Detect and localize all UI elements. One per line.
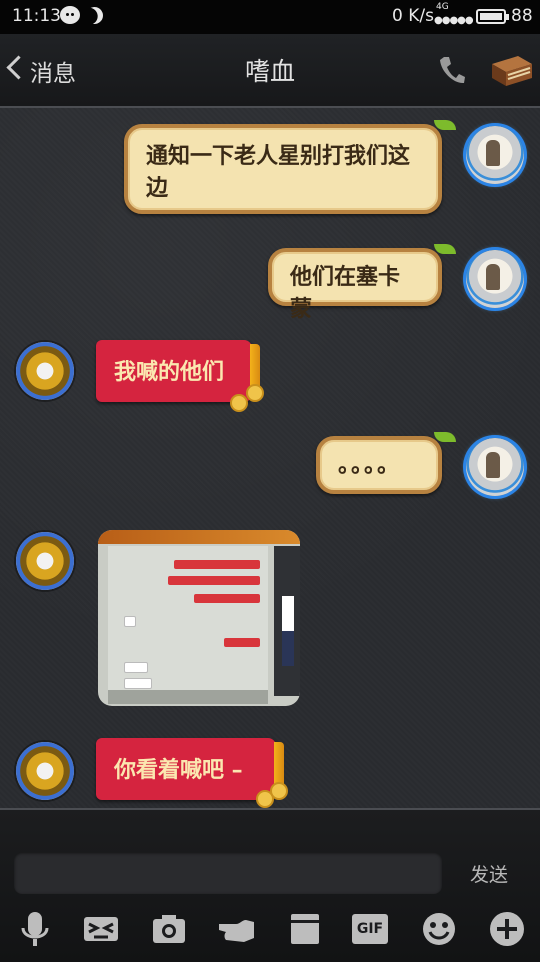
image-toolbar <box>108 690 268 704</box>
image-row <box>124 678 152 689</box>
signal-icon: ●●●●● <box>434 15 474 26</box>
coin-icon <box>230 394 248 412</box>
phone-icon[interactable] <box>436 54 466 86</box>
image-figure <box>282 596 294 666</box>
image-titlebar <box>98 530 300 544</box>
chat-header: 消息 嗜血 <box>0 34 540 108</box>
avatar-self[interactable] <box>466 126 524 184</box>
smiley-icon[interactable] <box>420 910 458 948</box>
leaf-icon <box>434 244 456 254</box>
network-type: 4G <box>436 2 449 12</box>
image-row <box>194 594 260 603</box>
send-button[interactable]: 发送 <box>470 860 508 887</box>
gif-icon[interactable]: GIF <box>352 914 388 944</box>
image-message-thumbnail[interactable] <box>98 530 300 706</box>
wechat-icon <box>60 6 80 24</box>
leaf-icon <box>434 432 456 442</box>
avatar-contact[interactable] <box>16 742 74 800</box>
message-bubble-sent[interactable]: 通知一下老人星别打我们这边 <box>124 124 442 214</box>
message-bubble-sent[interactable]: 他们在塞卡蒙 <box>268 248 442 322</box>
status-time: 11:13 <box>12 6 61 26</box>
plus-icon[interactable] <box>488 910 526 948</box>
chat-list[interactable]: 通知一下老人星别打我们这边 他们在塞卡蒙 我喊的他们 。。。。 你看着喊吧 – <box>0 108 540 808</box>
image-row <box>168 576 260 585</box>
microphone-icon[interactable] <box>16 910 54 948</box>
message-bubble-received[interactable]: 我喊的他们 <box>96 340 260 402</box>
image-row <box>174 560 260 569</box>
avatar-contact[interactable] <box>16 532 74 590</box>
battery-icon <box>476 9 509 24</box>
coin-icon <box>270 782 288 800</box>
leaf-icon <box>434 120 456 130</box>
profile-book-icon[interactable] <box>488 54 534 88</box>
battery-level: 88 <box>511 6 533 26</box>
avatar-self[interactable] <box>466 250 524 308</box>
message-input[interactable] <box>14 852 442 894</box>
image-row <box>124 662 148 673</box>
avatar-self[interactable] <box>466 438 524 496</box>
network-speed: 0 K/s <box>392 6 434 26</box>
emoticon-sketch-icon[interactable] <box>82 910 120 948</box>
camera-icon[interactable] <box>150 910 188 948</box>
message-bubble-received[interactable]: 你看着喊吧 – <box>96 738 284 800</box>
moon-icon <box>83 4 106 27</box>
input-bar: 发送 GIF <box>0 808 540 962</box>
image-row <box>124 616 136 627</box>
avatar-contact[interactable] <box>16 342 74 400</box>
image-row <box>224 638 260 647</box>
package-icon[interactable] <box>286 910 324 948</box>
status-bar: 11:13 0 K/s 4G ●●●●● 88 <box>0 0 540 34</box>
message-bubble-sent[interactable]: 。。。。 <box>316 436 442 494</box>
hand-icon[interactable] <box>216 910 258 948</box>
coin-icon <box>246 384 264 402</box>
